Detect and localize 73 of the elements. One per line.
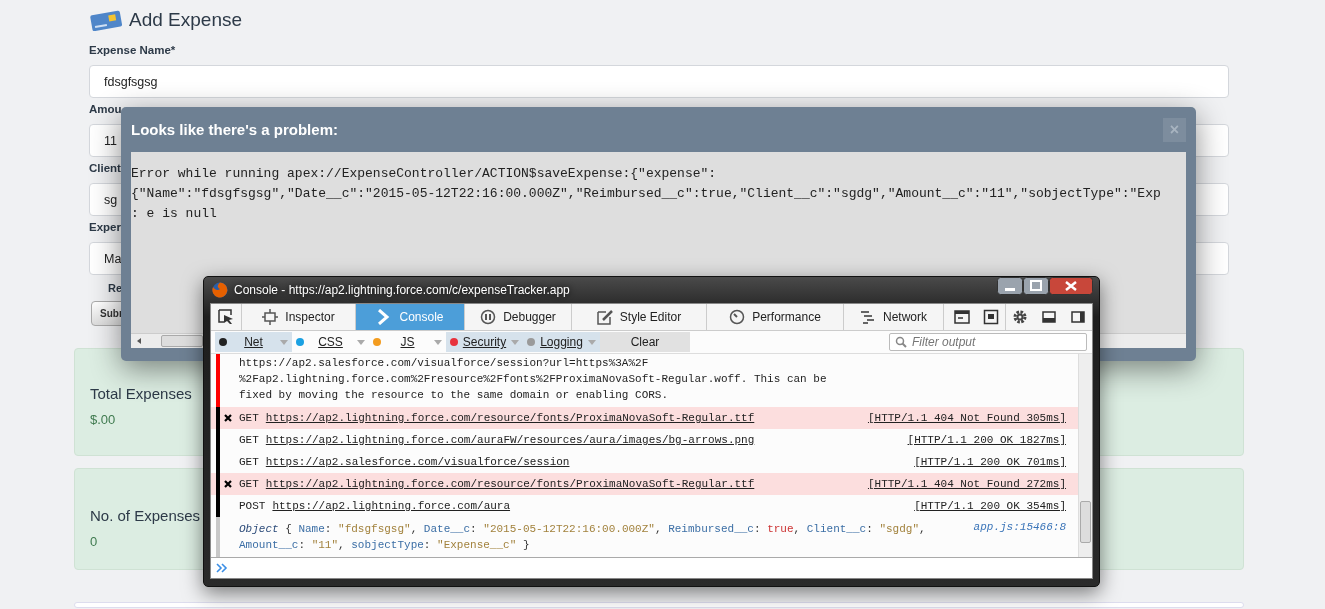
page-title: Add Expense <box>129 9 243 31</box>
status-link[interactable]: [HTTP/1.1 200 OK 701ms] <box>914 456 1066 468</box>
scrollbar-thumb[interactable] <box>1080 501 1091 543</box>
error-x-icon <box>223 414 232 422</box>
card-title: Total Expenses <box>90 385 192 402</box>
filter-field[interactable]: Filter output <box>889 333 1087 351</box>
close-icon <box>1049 277 1093 295</box>
minimize-icon <box>997 277 1023 295</box>
credit-card-icon <box>89 9 123 31</box>
devtools-tab[interactable]: Debugger <box>465 304 572 330</box>
scrollbar-thumb[interactable] <box>161 335 203 347</box>
pause-icon <box>480 309 497 325</box>
dropdown-icon <box>280 339 288 345</box>
error-message-line: Error while running apex://ExpenseController/ACTION$saveExpense:{"expense": <box>131 165 717 183</box>
dropdown-icon <box>588 339 596 345</box>
stopwatch-icon <box>729 309 746 325</box>
firefox-icon <box>212 282 228 298</box>
request-link[interactable]: https://ap2.lightning.force.com/resource/fonts/ProximaNovaSoft-Regular.ttf <box>265 478 755 490</box>
dock-side-icon <box>1069 309 1086 325</box>
scroll-left-icon <box>135 337 143 345</box>
prompt-icon <box>216 562 228 574</box>
field-label: Amou <box>89 102 122 117</box>
vertical-scrollbar[interactable] <box>1078 354 1092 557</box>
maximize-icon <box>1023 277 1049 295</box>
filter-button[interactable]: Security <box>446 332 523 352</box>
status-link[interactable]: [HTTP/1.1 200 OK 354ms] <box>914 500 1066 512</box>
waterfall-icon <box>860 309 876 325</box>
request-method: POST <box>239 500 266 512</box>
log-message: https://ap2.salesforce.com/visualforce/session?url=https%3A%2F %2Fap2.lightning.force.com%2Fresource%2Ffonts%2FProximaNovaSoft-Regular.woff. This can be fixed by moving the resource to the same domain or enabling CORS. <box>238 356 827 403</box>
request-method: GET <box>239 478 259 490</box>
dropdown-icon <box>511 339 519 345</box>
checkbox-label: Re <box>108 281 123 295</box>
pencil-icon <box>596 309 613 325</box>
frame-select-icon <box>982 309 999 325</box>
card-value: 0 <box>90 534 98 549</box>
filter-button[interactable]: JS <box>369 332 446 352</box>
field-label: Client <box>89 161 121 176</box>
window-title: Console - https://ap2.lightning.force.com/c/expenseTracker.app <box>234 283 570 297</box>
error-x-icon <box>223 480 232 488</box>
settings-icon <box>1012 309 1028 325</box>
devtools-tab[interactable]: Network <box>844 304 944 330</box>
error-message-line: {"Name":"fdsgfsgsg","Date__c":"2015-05-12T22:16:00.000Z","Reimbursed__c":true,"Client__c":"sgdg","Amount__c":"11","sobjectType":"Exp <box>131 185 1161 203</box>
request-link[interactable]: https://ap2.lightning.force.com/auraFW/resources/aura/images/bg-arrows.png <box>265 434 755 446</box>
status-link[interactable]: [HTTP/1.1 404 Not Found 305ms] <box>867 412 1066 424</box>
filter-button[interactable]: Net <box>215 332 292 352</box>
clear-button[interactable]: Clear <box>600 332 690 352</box>
status-link[interactable]: [HTTP/1.1 404 Not Found 272ms] <box>867 478 1066 490</box>
request-link[interactable]: https://ap2.lightning.force.com/resource/fonts/ProximaNovaSoft-Regular.ttf <box>265 412 755 424</box>
input-field[interactable]: fdsgfsgsg <box>89 65 1229 98</box>
field-label: Exper <box>89 220 121 235</box>
request-link[interactable]: https://ap2.lightning.force.com/aura <box>272 500 511 512</box>
field-label: Expense Name* <box>89 43 176 58</box>
frame-icon <box>262 309 279 325</box>
dropdown-icon <box>434 339 442 345</box>
dock-bottom-icon <box>1040 309 1057 325</box>
filter-button[interactable]: CSS <box>292 332 369 352</box>
request-method: GET <box>239 412 259 424</box>
card-value: $.00 <box>90 412 116 427</box>
responsive-icon <box>953 309 970 325</box>
dropdown-icon <box>357 339 365 345</box>
error-message-line: : e is null <box>131 205 217 223</box>
source-link[interactable]: app.js:15466:8 <box>973 521 1066 533</box>
filter-button[interactable]: Logging <box>523 332 600 352</box>
request-link[interactable]: https://ap2.salesforce.com/visualforce/session <box>265 456 570 468</box>
request-method: GET <box>239 456 259 468</box>
card-title: No. of Expenses <box>90 507 201 524</box>
logged-object: Object { Name: "fdsgfsgsg", Date__c: "2015-05-12T22:16:00.000Z", Reimbursed__c: true, Client__c: "sgdg", Amount__c: "11", sobjectType: "Expense__c" } <box>238 522 927 553</box>
request-method: GET <box>239 434 259 446</box>
dialog-title: Looks like there's a problem: <box>131 121 338 138</box>
status-link[interactable]: [HTTP/1.1 200 OK 1827ms] <box>907 434 1066 446</box>
devtools-tab[interactable]: Style Editor <box>572 304 707 330</box>
cursor-icon <box>218 309 234 325</box>
devtools-tab[interactable]: Performance <box>707 304 844 330</box>
